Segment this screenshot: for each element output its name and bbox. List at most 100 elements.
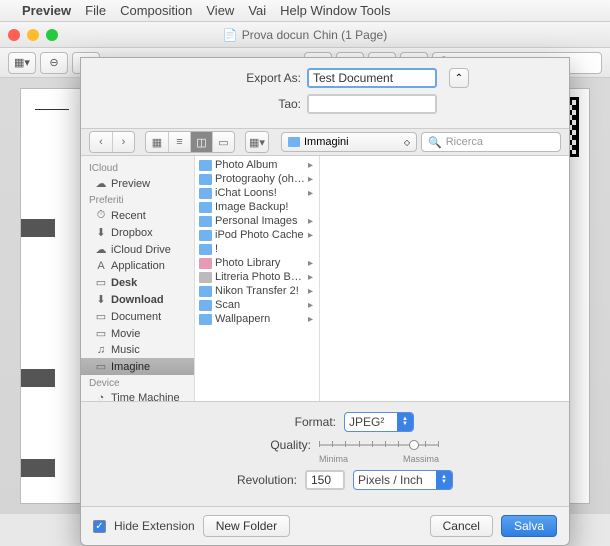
search-icon: 🔍 bbox=[428, 136, 442, 149]
folder-icon bbox=[199, 286, 212, 297]
chevron-right-icon: ▸ bbox=[308, 258, 313, 269]
chevron-right-icon: ▸ bbox=[308, 230, 313, 241]
menu-vai[interactable]: Vai bbox=[248, 3, 266, 18]
format-label: Format: bbox=[236, 415, 336, 429]
coverflow-view-button[interactable]: ▭ bbox=[212, 132, 234, 152]
folder-icon bbox=[199, 216, 212, 227]
folder-name: Photo Library bbox=[215, 257, 305, 269]
resolution-unit-select[interactable]: Pixels / Inch▲▼ bbox=[353, 470, 453, 490]
zoom-out-button[interactable]: ⊖ bbox=[40, 52, 68, 74]
resolution-label: Revolution: bbox=[197, 473, 297, 487]
folder-item[interactable]: ! bbox=[195, 242, 319, 256]
zoom-window-button[interactable] bbox=[46, 29, 58, 41]
quality-max-label: Massima bbox=[403, 454, 439, 464]
folder-item[interactable]: iChat Loons!▸ bbox=[195, 186, 319, 200]
folder-icon bbox=[199, 300, 212, 311]
resolution-input[interactable] bbox=[305, 470, 345, 490]
export-dialog: Export As: ⌃ Tao: ‹ › ▦ ≡ ◫ ▭ ▦▾ Immagin… bbox=[80, 57, 570, 546]
doc-tag bbox=[21, 459, 55, 477]
folder-item[interactable]: iPod Photo Cache▸ bbox=[195, 228, 319, 242]
folder-name: Litreria Photo Booth bbox=[215, 271, 305, 283]
folder-icon bbox=[199, 258, 212, 269]
new-folder-button[interactable]: New Folder bbox=[203, 515, 290, 537]
chevron-right-icon: ▸ bbox=[308, 188, 313, 199]
close-window-button[interactable] bbox=[8, 29, 20, 41]
chevron-right-icon: ▸ bbox=[308, 216, 313, 227]
forward-button[interactable]: › bbox=[112, 132, 134, 152]
folder-item[interactable]: Photo Library▸ bbox=[195, 256, 319, 270]
quality-slider[interactable] bbox=[319, 438, 439, 452]
folder-name: Personal Images bbox=[215, 215, 305, 227]
folder-icon bbox=[199, 174, 212, 185]
folder-name: Wallpapern bbox=[215, 313, 305, 325]
dialog-search[interactable]: 🔍 Ricerca bbox=[421, 132, 561, 152]
quality-min-label: Minima bbox=[319, 454, 348, 464]
folder-icon bbox=[199, 202, 212, 213]
folder-icon bbox=[288, 137, 300, 147]
folder-column-empty bbox=[320, 156, 569, 401]
sidebar-item-document[interactable]: ▭Document bbox=[81, 308, 194, 325]
export-as-label: Export As: bbox=[181, 71, 301, 85]
folder-item[interactable]: Personal Images▸ bbox=[195, 214, 319, 228]
group-by-button[interactable]: ▦▾ bbox=[246, 132, 268, 152]
window-title: 📄Prova docunChin (1 Page) bbox=[223, 28, 387, 42]
sidebar-item-imagine[interactable]: ▭Imagine bbox=[81, 358, 194, 375]
sidebar-item-dropbox[interactable]: ⬇Dropbox bbox=[81, 224, 194, 241]
folder-item[interactable]: Protograohy (ohoto Reflex)▸ bbox=[195, 172, 319, 186]
doc-tag bbox=[21, 369, 55, 387]
folder-name: ! bbox=[215, 243, 313, 255]
cancel-button[interactable]: Cancel bbox=[430, 515, 493, 537]
expand-dialog-button[interactable]: ⌃ bbox=[449, 68, 469, 88]
save-button[interactable]: Salva bbox=[501, 515, 557, 537]
sidebar-item-timemachine[interactable]: ◔Time Machine bbox=[81, 390, 194, 401]
tags-label: Tao: bbox=[181, 97, 301, 111]
nav-back-forward: ‹ › bbox=[89, 131, 135, 153]
sidebar-item-iclouddrive[interactable]: ☁iCloud Drive bbox=[81, 241, 194, 258]
sidebar-item-movie[interactable]: ▭Movie bbox=[81, 325, 194, 342]
chevron-right-icon: ▸ bbox=[308, 300, 313, 311]
folder-name: iChat Loons! bbox=[215, 187, 305, 199]
menu-file[interactable]: File bbox=[85, 3, 106, 18]
window-titlebar: 📄Prova docunChin (1 Page) bbox=[0, 22, 610, 48]
folder-item[interactable]: Litreria Photo Booth▸ bbox=[195, 270, 319, 284]
hide-extension-label: Hide Extension bbox=[114, 519, 195, 533]
format-select[interactable]: JPEG²▲▼ bbox=[344, 412, 414, 432]
folder-icon bbox=[199, 244, 212, 255]
minimize-window-button[interactable] bbox=[27, 29, 39, 41]
sidebar-toggle-button[interactable]: ▦▾ bbox=[8, 52, 36, 74]
location-popup[interactable]: Immagini ◇ bbox=[281, 132, 417, 152]
hide-extension-checkbox[interactable]: ✓ bbox=[93, 520, 106, 533]
sidebar-item-desk[interactable]: ▭Desk bbox=[81, 274, 194, 291]
menu-composition[interactable]: Composition bbox=[120, 3, 192, 18]
folder-name: Scan bbox=[215, 299, 305, 311]
folder-item[interactable]: Nikon Transfer 2!▸ bbox=[195, 284, 319, 298]
list-view-button[interactable]: ≡ bbox=[168, 132, 190, 152]
folder-icon bbox=[199, 314, 212, 325]
app-menu[interactable]: Preview bbox=[22, 3, 71, 18]
sidebar-item-recent[interactable]: ⏱Recent bbox=[81, 207, 194, 224]
sidebar-item-application[interactable]: AApplication bbox=[81, 258, 194, 274]
sidebar-item-preview[interactable]: ☁Preview bbox=[81, 175, 194, 192]
chevron-right-icon: ▸ bbox=[308, 174, 313, 185]
export-filename-input[interactable] bbox=[307, 68, 437, 88]
sidebar-item-music[interactable]: ♫Music bbox=[81, 342, 194, 358]
column-view-button[interactable]: ◫ bbox=[190, 132, 212, 152]
folder-item[interactable]: Wallpapern▸ bbox=[195, 312, 319, 326]
chevron-right-icon: ▸ bbox=[308, 314, 313, 325]
folder-item[interactable]: Image Backup! bbox=[195, 200, 319, 214]
folder-item[interactable]: Scan▸ bbox=[195, 298, 319, 312]
icon-view-button[interactable]: ▦ bbox=[146, 132, 168, 152]
menu-view[interactable]: View bbox=[206, 3, 234, 18]
folder-icon bbox=[199, 160, 212, 171]
folder-column: Photo Album▸Protograohy (ohoto Reflex)▸i… bbox=[195, 156, 320, 401]
folder-item[interactable]: Photo Album▸ bbox=[195, 158, 319, 172]
back-button[interactable]: ‹ bbox=[90, 132, 112, 152]
chevron-right-icon: ▸ bbox=[308, 160, 313, 171]
menu-help-window-tools[interactable]: Help Window Tools bbox=[280, 3, 390, 18]
cloud-icon: ☁ bbox=[95, 177, 107, 190]
folder-name: Protograohy (ohoto Reflex) bbox=[215, 173, 305, 185]
tags-input[interactable] bbox=[307, 94, 437, 114]
folder-icon bbox=[199, 272, 212, 283]
sidebar-item-download[interactable]: ⬇Download bbox=[81, 291, 194, 308]
quality-label: Quality: bbox=[211, 438, 311, 452]
